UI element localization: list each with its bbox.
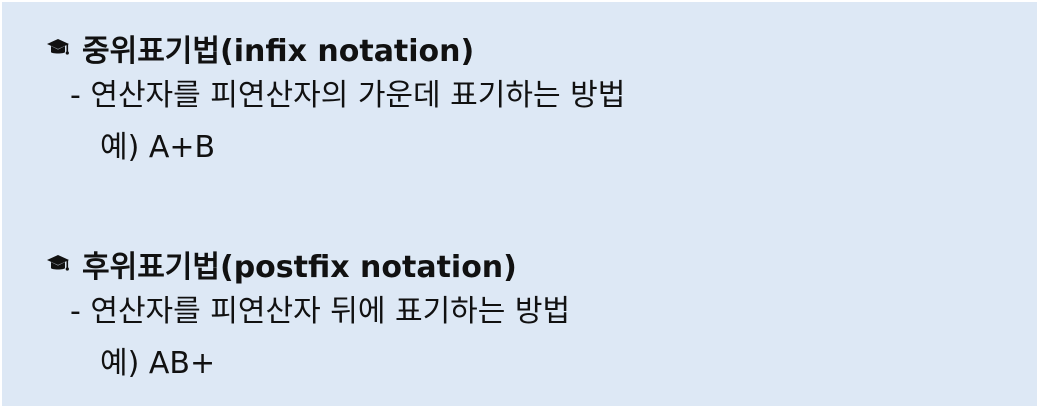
section-example: 예) A+B <box>100 130 216 165</box>
content-panel: 중위표기법(infix notation) - 연산자를 피연산자의 가운데 표… <box>0 0 1039 408</box>
infix-section: 중위표기법(infix notation) - 연산자를 피연산자의 가운데 표… <box>46 26 625 174</box>
section-heading: 중위표기법(infix notation) <box>46 26 625 70</box>
section-title: 후위표기법(postfix notation) <box>82 250 517 285</box>
section-description: - 연산자를 피연산자의 가운데 표기하는 방법 <box>70 78 626 113</box>
graduation-cap-icon <box>47 39 69 55</box>
section-description: - 연산자를 피연산자 뒤에 표기하는 방법 <box>70 294 571 329</box>
graduation-cap-icon <box>47 255 69 271</box>
postfix-section: 후위표기법(postfix notation) - 연산자를 피연산자 뒤에 표… <box>46 242 570 390</box>
section-heading: 후위표기법(postfix notation) <box>46 242 570 286</box>
section-title: 중위표기법(infix notation) <box>82 34 475 69</box>
section-example: 예) AB+ <box>100 346 216 381</box>
